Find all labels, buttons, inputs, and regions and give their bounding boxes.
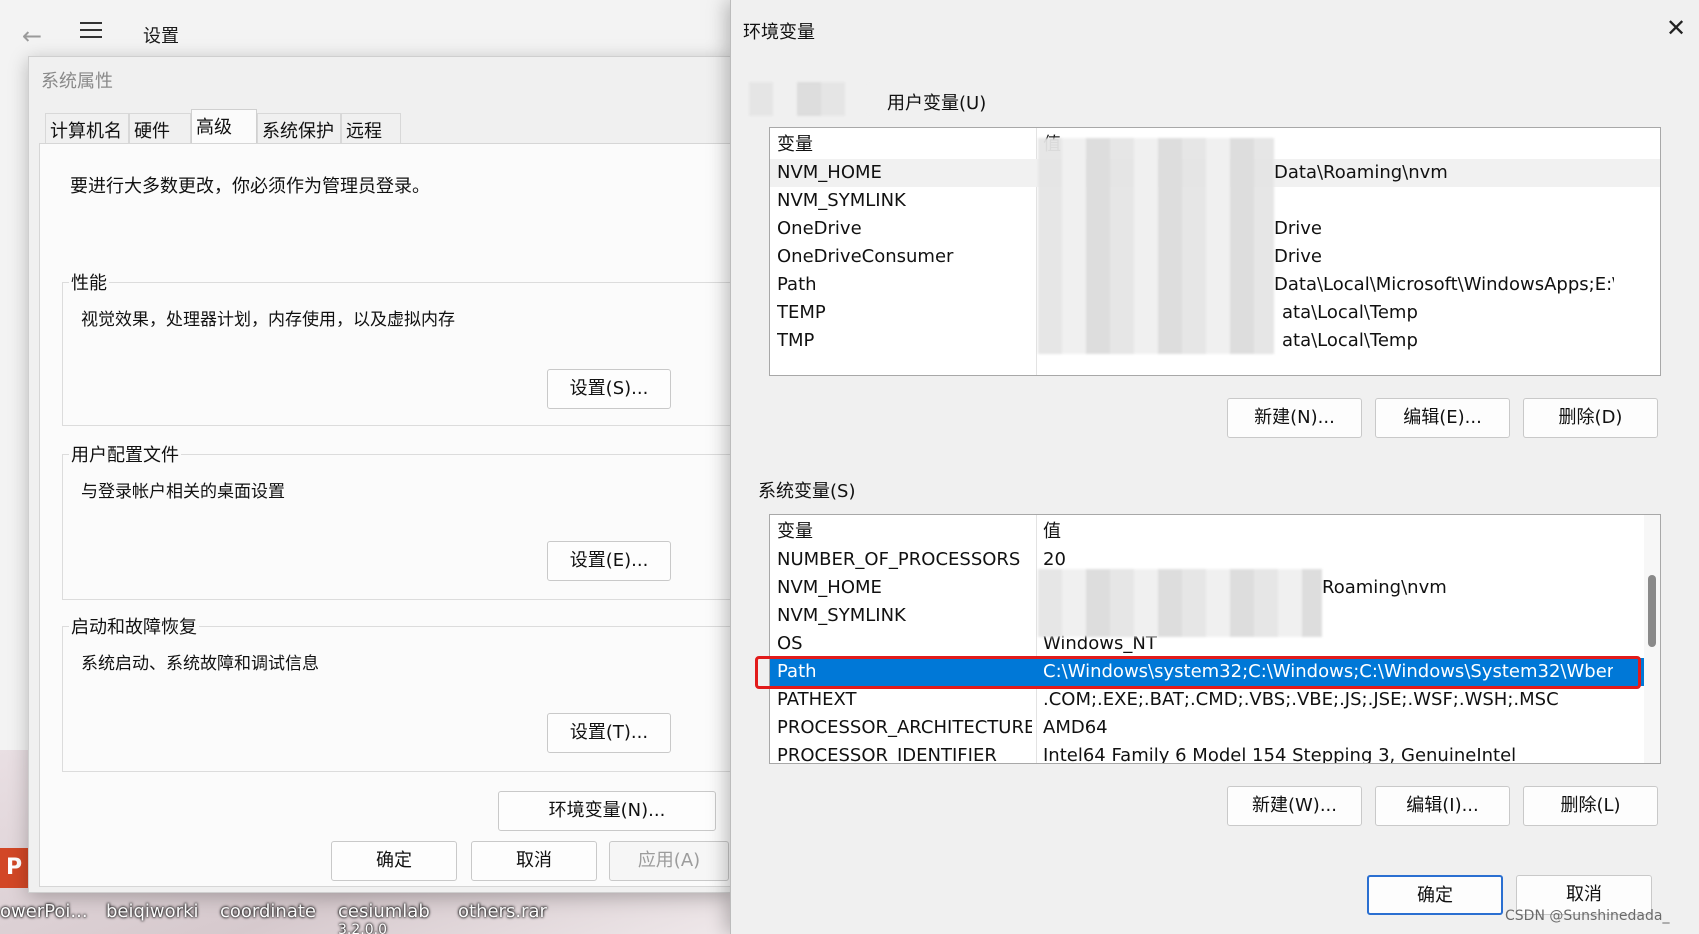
redacted-username (749, 82, 869, 116)
group-description: 与登录帐户相关的桌面设置 (81, 482, 285, 502)
system-edit-button[interactable]: 编辑(I)... (1375, 786, 1510, 826)
group-title: 用户配置文件 (69, 441, 181, 467)
env-ok-button[interactable]: 确定 (1367, 875, 1503, 915)
redacted-values (1038, 569, 1322, 637)
user-delete-button[interactable]: 删除(D) (1523, 398, 1658, 438)
tab-hardware[interactable]: 硬件 (129, 113, 191, 143)
cancel-button[interactable]: 取消 (471, 841, 597, 881)
var-name: NUMBER_OF_PROCESSORS (777, 549, 1021, 570)
system-new-button[interactable]: 新建(W)... (1227, 786, 1362, 826)
var-name: OneDrive (777, 218, 862, 239)
var-value: Roaming\nvm (1322, 577, 1447, 598)
var-value: Intel64 Family 6 Model 154 Stepping 3, G… (1043, 745, 1517, 764)
desktop-icon-sublabel: 3.2.0.0 (338, 922, 387, 934)
advanced-tab-panel: 要进行大多数更改，你必须作为管理员登录。 性能 视觉效果，处理器计划，内存使用，… (39, 143, 734, 887)
system-properties-dialog: 系统属性 计算机名 硬件 高级 系统保护 远程 要进行大多数更改，你必须作为管理… (28, 56, 734, 893)
hamburger-menu-icon[interactable] (80, 22, 102, 40)
system-variables-label: 系统变量(S) (758, 481, 856, 502)
group-title: 性能 (69, 269, 109, 295)
list-item[interactable]: PROCESSOR_IDENTIFIER Intel64 Family 6 Mo… (770, 742, 1660, 764)
apply-button[interactable]: 应用(A) (609, 841, 729, 881)
var-value: AMD64 (1043, 717, 1108, 738)
tab-computer-name[interactable]: 计算机名 (45, 113, 129, 143)
startup-recovery-group: 启动和故障恢复 系统启动、系统故障和调试信息 设置(T)... (62, 613, 734, 772)
var-name: OS (777, 633, 803, 654)
user-profiles-group: 用户配置文件 与登录帐户相关的桌面设置 设置(E)... (62, 441, 734, 600)
var-name: OneDriveConsumer (777, 246, 954, 267)
list-header: 变量 值 (770, 518, 1660, 546)
var-value: Drive (1274, 246, 1322, 267)
desktop-icon-label[interactable]: cesiumlab (338, 901, 430, 922)
redacted-values (1038, 138, 1274, 354)
close-icon[interactable]: ✕ (1666, 16, 1686, 40)
powerpoint-icon[interactable]: P (0, 848, 28, 888)
user-new-button[interactable]: 新建(N)... (1227, 398, 1362, 438)
var-name: NVM_SYMLINK (777, 190, 906, 211)
performance-settings-button[interactable]: 设置(S)... (547, 369, 671, 409)
tab-system-protection[interactable]: 系统保护 (257, 113, 341, 143)
settings-header: ← 设置 (0, 0, 732, 64)
var-name: NVM_HOME (777, 577, 882, 598)
settings-title: 设置 (143, 26, 179, 47)
back-arrow-icon[interactable]: ← (22, 22, 42, 50)
var-name: PROCESSOR_IDENTIFIER (777, 745, 997, 764)
environment-variables-dialog: 环境变量 ✕ 用户变量(U) 变量 值 NVM_HOME Data\Roamin… (730, 0, 1699, 934)
var-value: Drive (1274, 218, 1322, 239)
var-name: PROCESSOR_ARCHITECTURE (777, 717, 1032, 738)
user-profile-settings-button[interactable]: 设置(E)... (547, 541, 671, 581)
group-description: 系统启动、系统故障和调试信息 (81, 654, 319, 674)
system-variables-list[interactable]: 变量 值 NUMBER_OF_PROCESSORS 20 NVM_HOME Ro… (769, 514, 1661, 764)
vertical-scrollbar[interactable] (1644, 515, 1660, 763)
var-value: Data\Roaming\nvm (1274, 162, 1448, 183)
group-title: 启动和故障恢复 (69, 613, 199, 639)
ok-button[interactable]: 确定 (331, 841, 457, 881)
var-value: .COM;.EXE;.BAT;.CMD;.VBS;.VBE;.JS;.JSE;.… (1043, 689, 1559, 710)
startup-recovery-settings-button[interactable]: 设置(T)... (547, 713, 671, 753)
dialog-title: 系统属性 (41, 71, 113, 92)
user-variables-list[interactable]: 变量 值 NVM_HOME Data\Roaming\nvm NVM_SYMLI… (769, 127, 1661, 376)
tab-advanced[interactable]: 高级 (191, 109, 257, 145)
var-name: TEMP (777, 302, 826, 323)
list-item[interactable]: PROCESSOR_ARCHITECTURE AMD64 (770, 714, 1660, 742)
header-value[interactable]: 值 (1043, 518, 1613, 546)
tab-remote[interactable]: 远程 (341, 113, 401, 143)
tab-bar: 计算机名 硬件 高级 系统保护 远程 (39, 109, 733, 145)
desktop-icon-label[interactable]: beiqiworki (106, 901, 199, 922)
header-variable[interactable]: 变量 (777, 131, 1032, 159)
var-value: Data\Local\Microsoft\WindowsApps;E:\... (1274, 274, 1614, 295)
dialog-title: 环境变量 (743, 22, 815, 43)
path-highlight-annotation (755, 656, 1641, 689)
var-name: NVM_HOME (777, 162, 882, 183)
performance-group: 性能 视觉效果，处理器计划，内存使用，以及虚拟内存 设置(S)... (62, 269, 734, 426)
list-item[interactable]: PATHEXT .COM;.EXE;.BAT;.CMD;.VBS;.VBE;.J… (770, 686, 1660, 714)
var-name: PATHEXT (777, 689, 857, 710)
system-delete-button[interactable]: 删除(L) (1523, 786, 1658, 826)
user-edit-button[interactable]: 编辑(E)... (1375, 398, 1510, 438)
var-name: NVM_SYMLINK (777, 605, 906, 626)
var-name: Path (777, 274, 817, 295)
var-value: ata\Local\Temp (1282, 330, 1418, 351)
desktop-icon-label[interactable]: coordinate (220, 901, 316, 922)
environment-variables-button[interactable]: 环境变量(N)... (498, 791, 716, 831)
admin-note: 要进行大多数更改，你必须作为管理员登录。 (70, 176, 430, 197)
desktop-icon-label[interactable]: owerPoi... (0, 901, 88, 922)
scrollbar-thumb[interactable] (1648, 575, 1656, 647)
var-name: TMP (777, 330, 815, 351)
var-value: ata\Local\Temp (1282, 302, 1418, 323)
group-description: 视觉效果，处理器计划，内存使用，以及虚拟内存 (81, 310, 455, 330)
header-variable[interactable]: 变量 (777, 518, 1032, 546)
user-variables-label: 用户变量(U) (887, 93, 987, 114)
desktop-icon-label[interactable]: others.rar (458, 901, 547, 922)
watermark: CSDN @Sunshinedada_ (1505, 908, 1670, 924)
